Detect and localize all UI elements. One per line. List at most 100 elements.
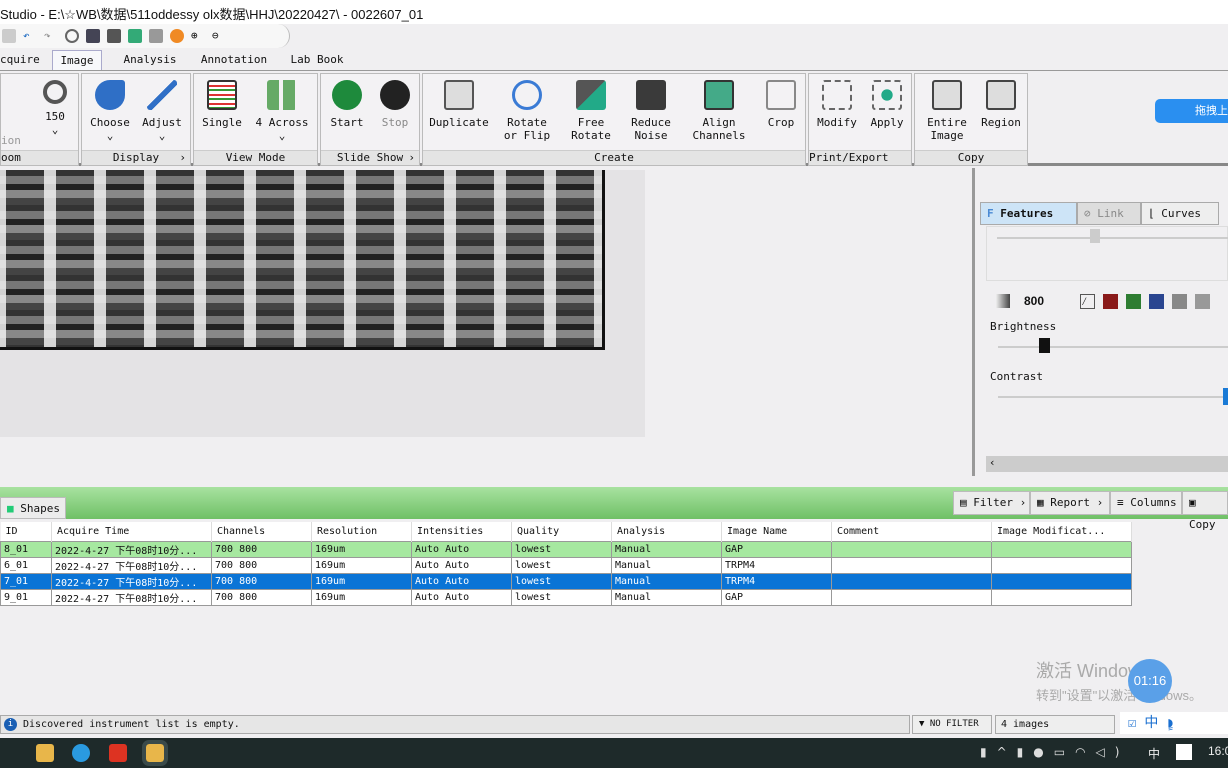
- table-cell: 2022-4-27 下午08时10分...: [51, 588, 212, 606]
- ime-toolbar[interactable]: ☑中◗ٍ: [1120, 712, 1228, 734]
- table-cell[interactable]: GAP: [721, 588, 832, 606]
- four-across-button[interactable]: 4 Across ⌄: [252, 78, 312, 142]
- slider-thumb[interactable]: [1090, 229, 1100, 243]
- notification-icon[interactable]: [1176, 744, 1192, 760]
- layout-icon[interactable]: [86, 29, 100, 43]
- table-cell: lowest: [511, 588, 612, 606]
- column-header[interactable]: Resolution: [311, 522, 412, 541]
- copy-region-button[interactable]: Region: [977, 78, 1025, 129]
- zoom-button[interactable]: 150 ⌄: [37, 78, 73, 136]
- column-header[interactable]: Acquire Time: [51, 522, 212, 541]
- print-icon[interactable]: [107, 29, 121, 43]
- copy-button[interactable]: ▣ Copy: [1182, 491, 1228, 531]
- image-studio-icon[interactable]: [142, 740, 168, 766]
- table-cell[interactable]: [831, 572, 992, 590]
- table-row[interactable]: 8_01 2022-4-27 下午08时10分... 700 800 169um Aut…: [0, 540, 1132, 558]
- slider-track[interactable]: [997, 237, 1228, 239]
- columns-button[interactable]: ≡ Columns: [1110, 491, 1182, 515]
- tab-acquire[interactable]: cquire: [0, 50, 52, 70]
- expand-icon[interactable]: ›: [408, 151, 415, 165]
- filter-button[interactable]: ▤ Filter ›: [953, 491, 1030, 515]
- single-button[interactable]: Single: [200, 78, 244, 129]
- redo-icon[interactable]: ↷: [44, 29, 58, 43]
- report-button[interactable]: ▦ Report ›: [1030, 491, 1110, 515]
- column-header[interactable]: Quality: [511, 522, 612, 541]
- tab-analysis[interactable]: Analysis: [102, 50, 198, 70]
- tab-curves[interactable]: ⌊ Curves: [1141, 202, 1219, 225]
- tab-annotation[interactable]: Annotation: [198, 50, 270, 70]
- column-header[interactable]: Image Name: [721, 522, 832, 541]
- color-swatch[interactable]: [1195, 294, 1210, 309]
- duplicate-button[interactable]: Duplicate: [429, 78, 489, 129]
- group-label: oom: [1, 150, 78, 165]
- column-header[interactable]: Channels: [211, 522, 312, 541]
- no-color-swatch[interactable]: ⁄: [1080, 294, 1095, 309]
- scroll-left-icon[interactable]: ‹: [986, 456, 996, 469]
- table-cell[interactable]: [831, 540, 992, 558]
- duplicate-icon: [444, 80, 474, 110]
- table-cell[interactable]: [831, 588, 992, 606]
- table-cell: lowest: [511, 572, 612, 590]
- system-tray[interactable]: ▮^▮●▭◠◁): [980, 745, 1129, 759]
- no-filter-indicator[interactable]: ▼ NO FILTER: [912, 715, 992, 734]
- edge-icon[interactable]: [72, 744, 90, 762]
- column-header[interactable]: Analysis: [611, 522, 722, 541]
- table-cell: Manual: [611, 588, 722, 606]
- choose-button[interactable]: Choose ⌄: [88, 78, 132, 142]
- column-header[interactable]: Image Modificat...: [991, 522, 1132, 541]
- apply-button[interactable]: Apply: [865, 78, 909, 129]
- image-list-toolbar: ■ Shapes ▤ Filter › ▦ Report › ≡ Columns…: [0, 487, 1228, 531]
- brightness-slider-thumb[interactable]: [1039, 338, 1050, 353]
- table-cell[interactable]: [831, 556, 992, 574]
- report-icon[interactable]: [128, 29, 142, 43]
- reduce-noise-button[interactable]: Reduce Noise: [625, 78, 677, 142]
- grid-icon[interactable]: [149, 29, 163, 43]
- ime-indicator[interactable]: 中: [1148, 745, 1160, 762]
- align-channels-button[interactable]: Align Channels: [687, 78, 751, 142]
- column-header[interactable]: Intensities: [411, 522, 512, 541]
- expand-icon[interactable]: ›: [179, 151, 186, 165]
- contrast-slider-thumb[interactable]: [1223, 388, 1228, 405]
- rotate-flip-button[interactable]: Rotate or Flip: [499, 78, 555, 142]
- save-icon[interactable]: [2, 29, 16, 43]
- shapes-tab[interactable]: ■ Shapes: [0, 497, 66, 519]
- table-cell[interactable]: TRPM4: [721, 556, 832, 574]
- color-swatch[interactable]: [1172, 294, 1187, 309]
- table-row[interactable]: 7_01 2022-4-27 下午08时10分... 700 800 169um Aut…: [0, 572, 1132, 590]
- column-header[interactable]: Comment: [831, 522, 992, 541]
- label: Region: [981, 116, 1021, 129]
- color-swatch[interactable]: [1126, 294, 1141, 309]
- cloud-upload-button[interactable]: 拖拽上: [1155, 99, 1228, 123]
- zoom-out-icon[interactable]: ⊖: [212, 29, 226, 43]
- table-row[interactable]: 6_01 2022-4-27 下午08时10分... 700 800 169um Aut…: [0, 556, 1132, 574]
- table-row[interactable]: 9_01 2022-4-27 下午08时10分... 700 800 169um Aut…: [0, 588, 1132, 606]
- tab-image[interactable]: Image: [52, 50, 102, 70]
- zoom-in-icon[interactable]: ⊕: [191, 29, 205, 43]
- western-blot-image[interactable]: [0, 170, 605, 350]
- start-button[interactable]: Start: [327, 78, 367, 129]
- stop-button[interactable]: Stop: [375, 78, 415, 129]
- tab-features[interactable]: F Features: [980, 202, 1077, 225]
- color-swatch[interactable]: [1149, 294, 1164, 309]
- contrast-slider[interactable]: [998, 396, 1228, 398]
- crop-button[interactable]: Crop: [759, 78, 803, 129]
- color-swatch[interactable]: [1103, 294, 1118, 309]
- table-cell[interactable]: GAP: [721, 540, 832, 558]
- group-label: View Mode: [194, 150, 317, 165]
- free-rotate-button[interactable]: Free Rotate: [565, 78, 617, 142]
- brightness-slider[interactable]: [998, 346, 1228, 348]
- column-header[interactable]: ID: [0, 522, 52, 541]
- tab-lab-book[interactable]: Lab Book: [270, 50, 364, 70]
- table-cell: 700 800: [211, 540, 312, 558]
- horizontal-scrollbar[interactable]: ‹: [986, 456, 1228, 472]
- adjust-button[interactable]: Adjust ⌄: [140, 78, 184, 142]
- settings-icon[interactable]: [65, 29, 79, 43]
- undo-icon[interactable]: ↶: [23, 29, 37, 43]
- copy-entire-image-button[interactable]: Entire Image: [919, 78, 975, 142]
- wps-icon[interactable]: [109, 744, 127, 762]
- file-explorer-icon[interactable]: [36, 744, 54, 762]
- tab-link[interactable]: ⊘ Link: [1077, 202, 1141, 225]
- modify-button[interactable]: Modify: [813, 78, 861, 129]
- table-cell[interactable]: TRPM4: [721, 572, 832, 590]
- rss-icon[interactable]: [170, 29, 184, 43]
